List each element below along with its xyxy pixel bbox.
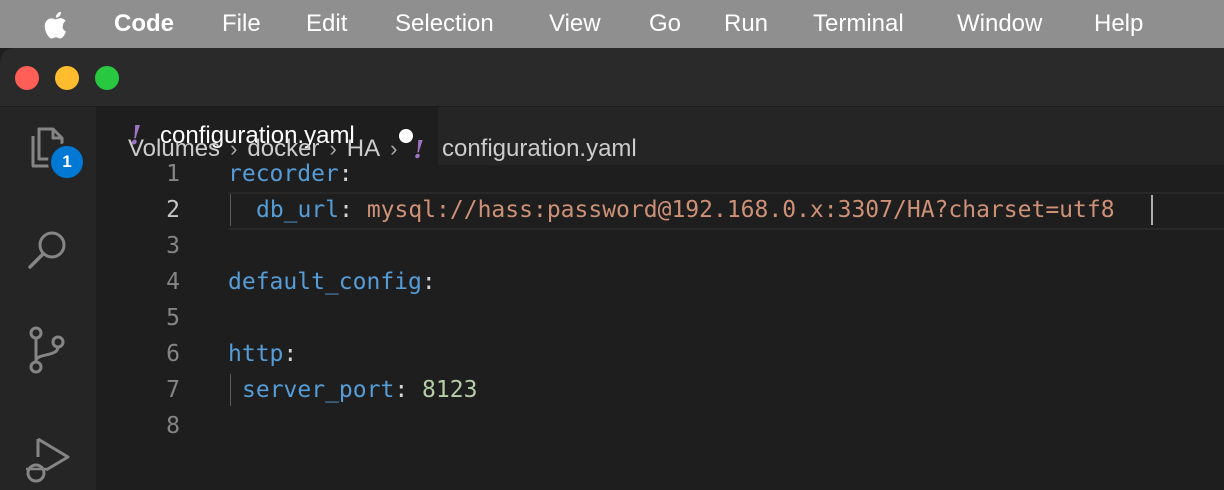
- code-content: db_url: mysql://hass:password@192.168.0.…: [256, 192, 1115, 228]
- line-number: 2: [166, 197, 180, 223]
- menu-run[interactable]: Run: [724, 0, 768, 48]
- menu-help[interactable]: Help: [1094, 0, 1143, 48]
- menu-view[interactable]: View: [549, 0, 601, 48]
- apple-logo-icon[interactable]: [41, 9, 73, 41]
- yaml-key: default_config: [228, 269, 422, 295]
- code-editor[interactable]: 1 recorder: 2 db_url: mysql://hass:password…: [96, 161, 1224, 444]
- code-content: default_config:: [228, 264, 436, 300]
- yaml-colon: :: [338, 161, 353, 187]
- line-number: 4: [166, 269, 180, 295]
- yaml-key: db_url: [256, 197, 340, 223]
- yaml-colon: :: [394, 377, 409, 403]
- menu-selection[interactable]: Selection: [395, 0, 494, 48]
- line-number: 7: [166, 377, 180, 403]
- editor-line[interactable]: 8: [96, 408, 1224, 444]
- line-number: 3: [166, 233, 180, 259]
- menu-terminal[interactable]: Terminal: [813, 0, 904, 48]
- editor-line[interactable]: 7 server_port: 8123: [96, 372, 1224, 408]
- line-number: 6: [166, 341, 180, 367]
- code-content: server_port: 8123: [242, 372, 477, 408]
- text-cursor: [1151, 195, 1153, 225]
- run-debug-icon[interactable]: [22, 433, 72, 483]
- line-number: 1: [166, 161, 180, 187]
- indent-guide: [230, 374, 231, 406]
- editor-line[interactable]: 4 default_config:: [96, 264, 1224, 300]
- code-content: recorder:: [228, 156, 353, 192]
- yaml-key: server_port: [242, 377, 395, 403]
- yaml-colon: :: [339, 197, 353, 223]
- explorer-badge: 1: [48, 143, 86, 181]
- yaml-colon: :: [283, 341, 298, 367]
- yaml-value: 8123: [422, 377, 478, 403]
- search-icon[interactable]: [22, 225, 72, 275]
- activity-bar: 1: [0, 107, 96, 490]
- editor-line[interactable]: 1 recorder:: [96, 156, 1224, 192]
- menu-window[interactable]: Window: [957, 0, 1042, 48]
- line-number: 5: [166, 305, 180, 331]
- editor-line[interactable]: 6 http:: [96, 336, 1224, 372]
- code-content: http:: [228, 336, 297, 372]
- minimize-window-button[interactable]: [55, 66, 79, 90]
- zoom-window-button[interactable]: [95, 66, 119, 90]
- menu-edit[interactable]: Edit: [306, 0, 347, 48]
- macos-menu-bar: Code File Edit Selection View Go Run Ter…: [0, 0, 1224, 48]
- menu-app-name[interactable]: Code: [114, 0, 174, 48]
- editor-line[interactable]: 2 db_url: mysql://hass:password@192.168.0…: [96, 192, 1224, 228]
- yaml-key: recorder: [228, 161, 339, 187]
- source-control-icon[interactable]: [22, 325, 72, 375]
- menu-go[interactable]: Go: [649, 0, 681, 48]
- line-number: 8: [166, 413, 180, 439]
- yaml-colon: :: [421, 269, 436, 295]
- yaml-value: mysql://hass:password@192.168.0.x:3307/H…: [366, 197, 1115, 223]
- title-bar: [0, 48, 1224, 107]
- editor-line[interactable]: 5: [96, 300, 1224, 336]
- yaml-key: http: [228, 341, 284, 367]
- close-window-button[interactable]: [15, 66, 39, 90]
- editor-line[interactable]: 3: [96, 228, 1224, 264]
- menu-file[interactable]: File: [222, 0, 261, 48]
- indent-guide: [230, 194, 231, 226]
